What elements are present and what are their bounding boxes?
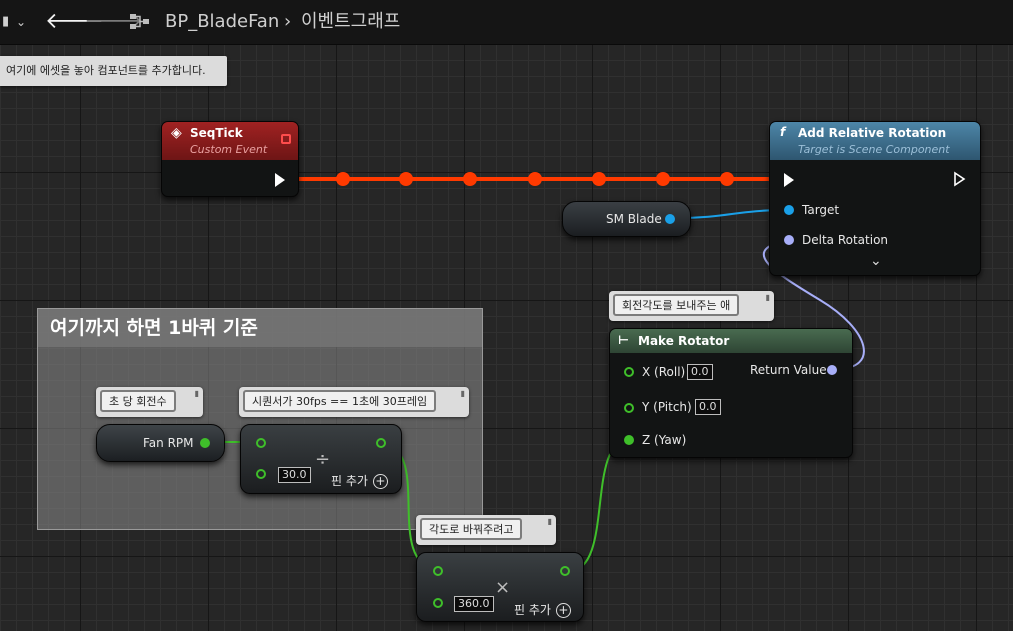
return-value-pin[interactable] — [827, 365, 837, 375]
event-icon: ◈ — [171, 125, 182, 141]
plus-circle-icon: + — [372, 474, 388, 489]
multiply-add-pin-button[interactable]: 핀 추가 + — [514, 601, 571, 618]
divide-comment: 시퀀서가 30fps == 1초에 30프레임 — [243, 390, 437, 412]
divide-comment-bubble[interactable]: 시퀀서가 30fps == 1초에 30프레임 ▮ — [239, 387, 469, 417]
fan-rpm-comment-bubble[interactable]: 초 당 회전수 ▮ — [96, 387, 203, 417]
sm-blade-label: SM Blade — [606, 212, 662, 226]
delta-rotation-pin[interactable] — [784, 235, 794, 245]
make-rotator-title: Make Rotator — [638, 334, 730, 348]
expand-chevron-icon[interactable]: ⌄ — [870, 253, 882, 269]
seqtick-event-node[interactable]: ◈ SeqTick Custom Event — [161, 121, 299, 197]
make-rotator-node[interactable]: ⊢ Make Rotator X (Roll) 0.0 Y (Pitch) 0.… — [609, 328, 853, 458]
divide-in-a-pin[interactable] — [256, 438, 266, 448]
multiply-node[interactable]: 360.0 × 핀 추가 + — [416, 552, 584, 622]
fan-rpm-out-pin[interactable] — [200, 438, 210, 448]
multiply-in-a-pin[interactable] — [433, 566, 443, 576]
add-rotation-subtitle: Target is Scene Component — [798, 143, 950, 156]
fan-rpm-variable-node[interactable]: Fan RPM — [96, 424, 225, 462]
divide-add-pin-button[interactable]: 핀 추가 + — [331, 472, 388, 489]
y-pitch-label: Y (Pitch) — [642, 400, 692, 414]
add-pin-label: 핀 추가 — [514, 603, 551, 617]
float-wire-multiply-yaw — [568, 439, 630, 572]
seqtick-title: SeqTick — [190, 126, 243, 140]
pin-comment-icon[interactable]: ▮ — [461, 389, 465, 398]
divide-operator-icon: ÷ — [315, 449, 331, 470]
seqtick-exec-out-pin[interactable] — [275, 173, 285, 187]
make-struct-icon: ⊢ — [618, 333, 629, 347]
multiply-in-b-pin[interactable] — [433, 598, 443, 608]
add-rotation-exec-in-pin[interactable] — [784, 173, 794, 187]
delegate-pin[interactable] — [281, 134, 291, 144]
return-value-label: Return Value — [750, 363, 827, 377]
exec-out-outline-icon — [954, 171, 966, 187]
add-rotation-title: Add Relative Rotation — [798, 126, 947, 140]
target-label: Target — [802, 203, 840, 217]
divide-out-pin[interactable] — [376, 438, 386, 448]
divide-node[interactable]: 30.0 ÷ 핀 추가 + — [240, 424, 402, 494]
target-pin[interactable] — [784, 205, 794, 215]
function-icon: f — [780, 125, 786, 139]
fan-rpm-label: Fan RPM — [143, 436, 194, 450]
pin-comment-icon[interactable]: ▮ — [548, 517, 552, 526]
make-rotator-comment: 회전각도를 보내주는 애 — [613, 294, 740, 316]
fan-rpm-comment: 초 당 회전수 — [100, 390, 176, 412]
make-rotator-comment-bubble[interactable]: 회전각도를 보내주는 애 ▮ — [609, 291, 774, 321]
pin-comment-icon[interactable]: ▮ — [195, 389, 199, 398]
plus-circle-icon: + — [555, 603, 571, 618]
multiply-comment-bubble[interactable]: 각도로 바꿔주려고 ▮ — [416, 515, 556, 545]
add-relative-rotation-node[interactable]: f Add Relative Rotation Target is Scene … — [769, 121, 981, 276]
delta-rotation-label: Delta Rotation — [802, 233, 889, 247]
pin-comment-icon[interactable]: ▮ — [766, 293, 770, 302]
y-pitch-pin[interactable] — [624, 403, 634, 413]
z-yaw-pin[interactable] — [624, 435, 634, 445]
divide-value-input[interactable]: 30.0 — [278, 467, 311, 483]
sm-blade-variable-node[interactable]: SM Blade — [562, 201, 691, 237]
multiply-out-pin[interactable] — [560, 566, 570, 576]
sm-blade-out-pin[interactable] — [665, 214, 675, 224]
multiply-comment: 각도로 바꿔주려고 — [420, 518, 523, 540]
x-roll-label: X (Roll) — [642, 365, 686, 379]
multiply-operator-icon: × — [495, 577, 511, 598]
add-pin-label: 핀 추가 — [331, 474, 368, 488]
z-yaw-label: Z (Yaw) — [642, 433, 687, 447]
y-pitch-value-input[interactable]: 0.0 — [695, 399, 721, 415]
multiply-value-input[interactable]: 360.0 — [454, 596, 494, 612]
x-roll-value-input[interactable]: 0.0 — [687, 364, 713, 380]
seqtick-subtitle: Custom Event — [190, 143, 268, 156]
divide-in-b-pin[interactable] — [256, 469, 266, 479]
x-roll-pin[interactable] — [624, 367, 634, 377]
